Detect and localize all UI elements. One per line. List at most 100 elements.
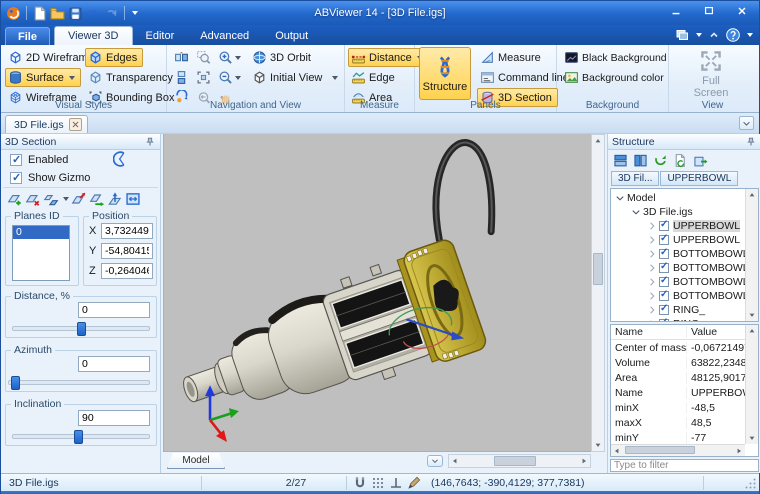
structure-panel-button[interactable]: Structure [419,47,471,100]
reload-file-button[interactable] [673,153,688,168]
plane-dropdown[interactable] [63,197,69,201]
property-row[interactable]: minX-48,5 [611,400,758,415]
zoom-extents-button[interactable] [193,68,213,87]
help-dropdown[interactable] [747,33,753,37]
tree-row[interactable]: UPPERBOWL [611,233,758,247]
tree-scrollbar[interactable] [745,189,758,321]
plane-fit-button[interactable] [125,191,141,207]
add-plane-button[interactable] [7,191,23,207]
distance-slider-thumb[interactable] [77,322,86,336]
transparency-button[interactable]: Transparency [85,68,179,87]
visibility-checkbox[interactable] [659,291,669,301]
scroll-up-icon[interactable] [748,327,756,335]
zoom-out-dropdown[interactable] [235,76,241,80]
flip-vertical-button[interactable] [171,68,191,87]
document-close-button[interactable] [69,118,82,131]
initial-view-button[interactable]: Initial View [249,68,328,87]
expand-icon[interactable] [647,249,657,259]
scroll-down-icon[interactable] [748,434,756,442]
position-z-field[interactable] [101,263,153,279]
property-row[interactable]: Volume63822,2348948 [611,355,758,370]
open-file-button[interactable] [50,6,65,21]
enabled-checkbox[interactable] [10,154,22,166]
inclination-slider-thumb[interactable] [74,430,83,444]
scroll-up-icon[interactable] [748,191,756,199]
property-row[interactable]: Area48125,9017897 [611,370,758,385]
tree-node-label[interactable]: Model [627,192,656,204]
split-horizontal-button[interactable] [613,153,628,168]
draw-mode-icon[interactable] [407,476,421,490]
3d-model-canvas[interactable] [163,134,591,452]
minimize-button[interactable] [662,3,689,18]
pin-icon[interactable] [745,136,757,148]
3d-orbit-button[interactable]: 3D Orbit [249,48,317,67]
document-tab-3d-file[interactable]: 3D File.igs [5,115,88,133]
inclination-field[interactable] [78,410,150,426]
visibility-checkbox[interactable] [659,249,669,259]
surface-button[interactable]: Surface [5,68,81,87]
expand-collapse-icon[interactable] [615,193,625,203]
zoom-out-button[interactable] [215,68,243,87]
distance-slider[interactable] [12,326,150,331]
azimuth-field[interactable] [78,356,150,372]
distance-field[interactable] [78,302,150,318]
name-column-header[interactable]: Name [611,326,687,338]
filter-input[interactable] [610,459,759,472]
tree-row[interactable]: Model [611,191,758,205]
tree-row[interactable]: UPPERBOWL [611,219,758,233]
expand-collapse-icon[interactable] [631,207,641,217]
plane-to-view-button[interactable] [71,191,87,207]
tab-viewer-3d[interactable]: Viewer 3D [54,26,133,45]
refresh-button[interactable] [653,153,668,168]
background-color-button[interactable]: Background color [561,68,670,87]
vertical-scroll-thumb[interactable] [593,253,603,285]
ortho-icon[interactable] [389,476,403,490]
undo-button[interactable] [86,6,101,21]
scroll-right-icon[interactable] [735,447,743,455]
tree-node-label[interactable]: BOTTOMBOWL [673,276,749,288]
tree-row[interactable]: BOTTOMBOWL [611,275,758,289]
zoom-in-button[interactable] [215,48,243,67]
properties-scrollbar[interactable] [745,325,758,444]
tree-row[interactable]: 3D File.igs [611,205,758,219]
position-x-field[interactable] [101,223,153,239]
scroll-right-icon[interactable] [580,457,588,465]
position-y-field[interactable] [101,243,153,259]
split-vertical-button[interactable] [633,153,648,168]
breadcrumb-file[interactable]: 3D Fil... [611,171,659,186]
visibility-checkbox[interactable] [659,235,669,245]
flip-horizontal-button[interactable] [171,48,191,67]
visibility-checkbox[interactable] [659,319,669,322]
edges-button[interactable]: Edges [85,48,143,67]
plane-axis-x-button[interactable] [89,191,105,207]
model-tab[interactable]: Model [167,453,225,469]
close-button[interactable] [728,3,755,18]
visibility-checkbox[interactable] [659,305,669,315]
measure-panel-button[interactable]: Measure [477,48,547,67]
qat-customize-dropdown[interactable] [132,11,138,15]
export-button[interactable] [693,153,708,168]
scroll-down-icon[interactable] [748,311,756,319]
tree-row[interactable]: BOTTOMBOWL [611,261,758,275]
visibility-checkbox[interactable] [659,263,669,273]
collapse-ribbon-button[interactable] [707,28,721,42]
view-dropdown[interactable] [327,68,341,87]
tree-node-label[interactable]: BOTTOMBOWL [673,248,749,260]
layout-chevron-button[interactable] [427,455,443,467]
delete-plane-button[interactable] [25,191,41,207]
horizontal-scroll-thumb[interactable] [494,456,536,466]
azimuth-slider-thumb[interactable] [11,376,20,390]
window-style-button[interactable] [675,28,689,42]
value-column-header[interactable]: Value [687,326,717,338]
zoom-window-button[interactable] [193,48,213,67]
edge-button[interactable]: Edge [348,68,401,87]
file-menu-button[interactable]: File [5,27,50,45]
black-background-button[interactable]: Black Background [561,48,673,67]
snap-magnet-icon[interactable] [353,476,367,490]
tree-node-label[interactable]: 3D File.igs [643,206,693,218]
tab-list-button[interactable] [739,116,754,130]
style-dropdown[interactable] [696,33,702,37]
expand-icon[interactable] [647,235,657,245]
save-button[interactable] [68,6,83,21]
planes-id-list[interactable]: 0 [12,225,70,281]
